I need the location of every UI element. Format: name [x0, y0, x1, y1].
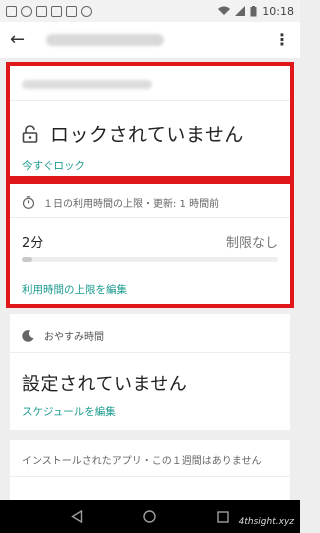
mail-notification-icon — [36, 5, 47, 17]
usage-progress-bar — [22, 257, 278, 262]
edit-schedule-link[interactable]: スケジュールを編集 — [22, 404, 116, 419]
square-recents-icon — [217, 510, 230, 523]
device-info-blurred — [22, 80, 152, 89]
wifi-icon — [218, 6, 231, 15]
divider — [10, 217, 290, 218]
device-name-title — [46, 34, 164, 46]
gmail-notification-icon — [51, 5, 62, 17]
bedtime-card: おやすみ時間 設定されていません スケジュールを編集 — [10, 314, 290, 430]
gallery-notification-icon — [6, 5, 17, 17]
screen-time-header-text: １日の利用時間の上限・更新: 1 時間前 — [43, 199, 220, 210]
bedtime-header-text: おやすみ時間 — [44, 332, 104, 343]
notification-icons — [6, 5, 92, 17]
edit-limit-link[interactable]: 利用時間の上限を編集 — [22, 282, 127, 297]
lock-card: ロックされていません 今すぐロック — [6, 62, 294, 180]
timer-icon — [22, 196, 35, 209]
lock-open-icon — [22, 124, 38, 143]
usage-used: 2分 — [22, 236, 44, 251]
usage-progress-fill — [22, 257, 33, 262]
usage-row: 2分 制限なし — [22, 232, 278, 251]
screen-time-header: １日の利用時間の上限・更新: 1 時間前 — [22, 195, 219, 210]
back-nav-button[interactable] — [68, 508, 86, 526]
lock-status-text: ロックされていません — [50, 124, 244, 146]
circle-home-icon — [143, 510, 157, 523]
app-notification-icon — [81, 5, 92, 17]
divider — [10, 352, 290, 353]
watermark: 4thsight.xyz — [238, 517, 294, 527]
home-nav-button[interactable] — [141, 508, 159, 526]
usage-limit: 制限なし — [225, 236, 278, 251]
divider — [10, 476, 290, 477]
bedtime-status-text: 設定されていません — [22, 374, 188, 395]
divider — [10, 100, 290, 101]
triangle-back-icon — [70, 510, 82, 523]
main-content[interactable]: ロックされていません 今すぐロック １日の利用時間の上限・更新: 1 時間前 2… — [0, 58, 300, 500]
battery-icon — [250, 5, 257, 16]
installed-apps-header: インストールされたアプリ・この１週間はありません — [22, 456, 262, 467]
installed-apps-card: インストールされたアプリ・この１週間はありません — [10, 440, 290, 500]
screen-time-card: １日の利用時間の上限・更新: 1 時間前 2分 制限なし 利用時間の上限を編集 — [6, 180, 294, 308]
more-vert-icon[interactable]: ⋮ — [274, 32, 290, 48]
arrow-back-icon[interactable]: ← — [10, 31, 32, 49]
lock-now-link[interactable]: 今すぐロック — [22, 158, 85, 173]
signal-icon — [235, 6, 246, 16]
moon-icon — [22, 329, 34, 342]
status-bar: 10:18 — [0, 0, 300, 22]
image-notification-icon — [66, 5, 77, 17]
bedtime-header: おやすみ時間 — [22, 328, 104, 343]
sync-notification-icon — [21, 5, 32, 17]
recents-nav-button[interactable] — [214, 508, 232, 526]
app-bar: ← ⋮ — [0, 22, 300, 58]
clock: 10:18 — [262, 4, 294, 18]
lock-status-row: ロックされていません — [22, 120, 244, 147]
system-nav-bar: 4thsight.xyz — [0, 500, 300, 533]
